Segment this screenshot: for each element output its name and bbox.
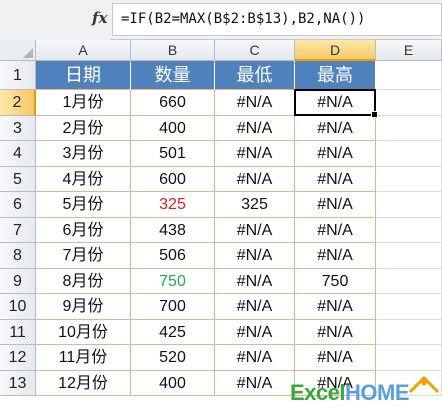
quantity-cell[interactable]: 506 [131, 243, 215, 269]
formula-input[interactable]: =IF(B2=MAX(B$2:B$13),B2,NA()) [112, 3, 442, 36]
min-cell[interactable]: #N/A [215, 294, 295, 320]
logo-text-home: HOME [345, 380, 410, 405]
cell-e3[interactable] [376, 115, 442, 141]
header-date[interactable]: 日期 [36, 61, 131, 90]
date-cell[interactable]: 7月份 [36, 243, 131, 269]
date-cell[interactable]: 4月份 [36, 166, 131, 192]
max-cell[interactable]: #N/A [295, 217, 376, 243]
min-cell[interactable]: #N/A [215, 217, 295, 243]
min-cell[interactable]: #N/A [215, 319, 295, 345]
quantity-cell[interactable]: 520 [131, 345, 215, 371]
min-cell[interactable]: #N/A [215, 115, 295, 141]
row-header-13[interactable]: 13 [0, 370, 36, 396]
column-header-e[interactable]: E [376, 40, 442, 61]
cell-e1[interactable] [376, 61, 442, 90]
column-header-d[interactable]: D [295, 40, 376, 61]
max-cell[interactable]: #N/A [295, 243, 376, 269]
date-cell[interactable]: 12月份 [36, 370, 131, 396]
header-max[interactable]: 最高 [295, 61, 376, 90]
min-cell[interactable]: #N/A [215, 370, 295, 396]
logo-text-excel: Excel [290, 380, 346, 405]
house-roof-icon [408, 375, 440, 394]
max-cell[interactable]: #N/A [295, 192, 376, 218]
row-header-5[interactable]: 5 [0, 166, 36, 192]
logo-wordmark: ExcelHOME [290, 380, 410, 406]
column-header-b[interactable]: B [131, 40, 215, 61]
max-cell[interactable]: #N/A [295, 115, 376, 141]
column-header-a[interactable]: A [36, 40, 131, 61]
row-header-9[interactable]: 9 [0, 268, 36, 294]
quantity-cell[interactable]: 400 [131, 370, 215, 396]
cell-e8[interactable] [376, 243, 442, 269]
cell-e5[interactable] [376, 166, 442, 192]
min-cell[interactable]: #N/A [215, 243, 295, 269]
insert-function-icon[interactable]: fx [92, 9, 107, 27]
column-header-c[interactable]: C [215, 40, 295, 61]
min-cell[interactable]: #N/A [215, 345, 295, 371]
cell-e6[interactable] [376, 192, 442, 218]
cell-e11[interactable] [376, 319, 442, 345]
row-header-2[interactable]: 2 [0, 90, 36, 116]
date-cell[interactable]: 9月份 [36, 294, 131, 320]
cell-e10[interactable] [376, 294, 442, 320]
max-cell[interactable]: #N/A [295, 141, 376, 167]
date-cell[interactable]: 8月份 [36, 268, 131, 294]
max-cell[interactable]: #N/A [295, 166, 376, 192]
row-header-11[interactable]: 11 [0, 319, 36, 345]
row-header-3[interactable]: 3 [0, 115, 36, 141]
max-cell[interactable]: #N/A [295, 90, 376, 116]
min-cell[interactable]: 325 [215, 192, 295, 218]
row-header-7[interactable]: 7 [0, 217, 36, 243]
max-cell[interactable]: #N/A [295, 294, 376, 320]
max-cell[interactable]: #N/A [295, 319, 376, 345]
row-header-8[interactable]: 8 [0, 243, 36, 269]
cell-e12[interactable] [376, 345, 442, 371]
quantity-cell[interactable]: 660 [131, 90, 215, 116]
min-cell[interactable]: #N/A [215, 268, 295, 294]
date-cell[interactable]: 3月份 [36, 141, 131, 167]
quantity-cell[interactable]: 600 [131, 166, 215, 192]
row-header-12[interactable]: 12 [0, 345, 36, 371]
cell-e9[interactable] [376, 268, 442, 294]
row-header-6[interactable]: 6 [0, 192, 36, 218]
quantity-cell[interactable]: 325 [131, 192, 215, 218]
min-cell[interactable]: #N/A [215, 90, 295, 116]
row-header-10[interactable]: 10 [0, 294, 36, 320]
date-cell[interactable]: 1月份 [36, 90, 131, 116]
date-cell[interactable]: 11月份 [36, 345, 131, 371]
quantity-cell[interactable]: 501 [131, 141, 215, 167]
quantity-cell[interactable]: 700 [131, 294, 215, 320]
row-header-4[interactable]: 4 [0, 141, 36, 167]
cell-e7[interactable] [376, 217, 442, 243]
header-quantity[interactable]: 数量 [131, 61, 215, 90]
date-cell[interactable]: 2月份 [36, 115, 131, 141]
excelhome-logo: ExcelHOME [290, 372, 440, 408]
date-cell[interactable]: 10月份 [36, 319, 131, 345]
cell-e2[interactable] [376, 90, 442, 116]
max-cell[interactable]: 750 [295, 268, 376, 294]
min-cell[interactable]: #N/A [215, 141, 295, 167]
date-cell[interactable]: 5月份 [36, 192, 131, 218]
quantity-cell[interactable]: 750 [131, 268, 215, 294]
header-min[interactable]: 最低 [215, 61, 295, 90]
select-all-corner[interactable] [0, 40, 36, 61]
quantity-cell[interactable]: 400 [131, 115, 215, 141]
row-header-1[interactable]: 1 [0, 61, 36, 90]
cell-e4[interactable] [376, 141, 442, 167]
formula-bar: fx =IF(B2=MAX(B$2:B$13),B2,NA()) [0, 0, 442, 40]
min-cell[interactable]: #N/A [215, 166, 295, 192]
date-cell[interactable]: 6月份 [36, 217, 131, 243]
quantity-cell[interactable]: 438 [131, 217, 215, 243]
quantity-cell[interactable]: 425 [131, 319, 215, 345]
max-cell[interactable]: #N/A [295, 345, 376, 371]
